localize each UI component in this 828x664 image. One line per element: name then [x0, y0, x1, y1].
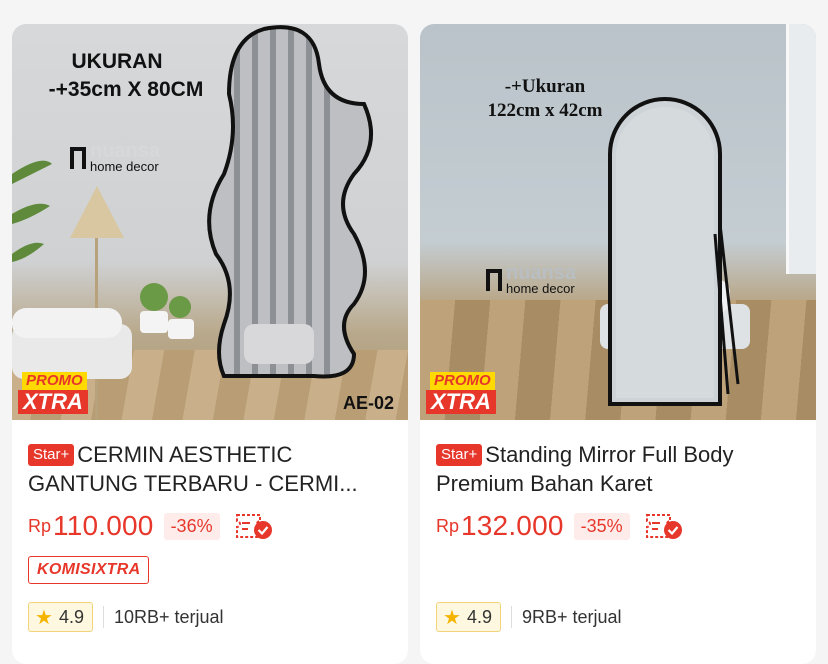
price: 110.000 [53, 510, 154, 541]
price-row: Rp 110.000 -36% [28, 508, 392, 544]
star-icon: ★ [35, 606, 53, 629]
price: 132.000 [461, 510, 564, 541]
star-icon: ★ [443, 606, 461, 629]
rating-value: 4.9 [58, 606, 84, 627]
currency: Rp [436, 515, 460, 536]
product-title[interactable]: Star+ Standing Mirror Full Body Premium B… [436, 440, 800, 498]
komisi-xtra-badge: KOMISIXTRA [28, 556, 150, 584]
star-plus-badge: Star+ [28, 444, 75, 466]
brand-sub: home decor [506, 281, 575, 296]
discount-badge: -36% [163, 512, 220, 540]
currency: Rp [28, 515, 52, 536]
plant-decor [12, 160, 52, 262]
product-card[interactable]: UKURAN -+35cm X 80CM nuansa home decor A… [12, 24, 408, 664]
product-title-text: CERMIN AESTHETIC GANTUNG TERBARU - CERMI… [28, 442, 358, 496]
rating-badge: ★ 4.9 [436, 602, 501, 632]
rating-row: ★ 4.9 9RB+ terjual [436, 602, 622, 632]
promo-bottom: XTRA [18, 390, 88, 414]
product-title[interactable]: Star+ CERMIN AESTHETIC GANTUNG TERBARU - … [28, 440, 392, 498]
brand-logo: nuansa home decor [486, 262, 577, 296]
promo-top: PROMO [430, 372, 495, 390]
size-value: -+35cm X 80CM [48, 78, 204, 101]
promo-xtra-badge: PROMO XTRA [426, 372, 498, 416]
product-card[interactable]: -+Ukuran 122cm x 42cm nuansa home decor … [420, 24, 816, 664]
brand-sub: home decor [90, 159, 159, 174]
voucher-icon [644, 511, 684, 541]
star-plus-badge: Star+ [436, 444, 483, 466]
brand-name: nuansa [506, 262, 577, 284]
size-value: 122cm x 42cm [487, 100, 603, 121]
wavy-mirror [207, 25, 373, 379]
brand-name: nuansa [90, 140, 161, 162]
divider [510, 606, 512, 628]
rating-value: 4.9 [466, 606, 492, 627]
promo-xtra-badge: PROMO XTRA [18, 372, 90, 416]
rating-badge: ★ 4.9 [28, 602, 93, 632]
product-code: AE-02 [342, 393, 394, 413]
discount-badge: -35% [573, 512, 630, 540]
size-label: -+Ukuran [504, 76, 586, 97]
product-image[interactable]: UKURAN -+35cm X 80CM nuansa home decor A… [12, 24, 408, 420]
brand-logo: nuansa home decor [70, 140, 161, 174]
sold-count: 10RB+ terjual [113, 606, 224, 627]
product-image[interactable]: -+Ukuran 122cm x 42cm nuansa home decor … [420, 24, 816, 420]
window-decor [786, 24, 816, 274]
voucher-icon [234, 511, 274, 541]
product-grid: UKURAN -+35cm X 80CM nuansa home decor A… [0, 0, 828, 664]
promo-bottom: XTRA [426, 390, 496, 414]
rating-row: ★ 4.9 10RB+ terjual [28, 602, 224, 632]
size-label: UKURAN [71, 50, 163, 73]
promo-top: PROMO [22, 372, 87, 390]
divider [102, 606, 104, 628]
price-row: Rp 132.000 -35% [436, 508, 800, 544]
sold-count: 9RB+ terjual [521, 606, 622, 627]
plant-pot-decor [140, 283, 194, 339]
